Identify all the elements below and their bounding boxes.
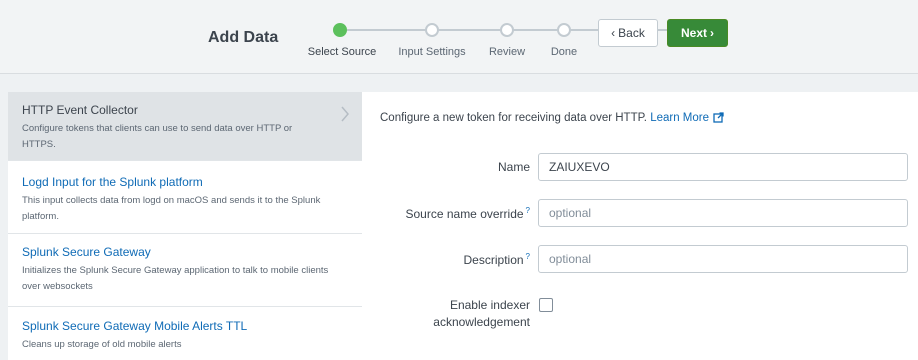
source-item-title: Splunk Secure Gateway Mobile Alerts TTL [22,319,248,333]
description-label: Description? [464,252,530,267]
indexer-ack-label-line1: Enable indexer [449,298,530,312]
name-label-text: Name [497,160,530,174]
form-intro: Configure a new token for receiving data… [380,112,724,124]
step-select-source-label: Select Source [307,46,377,58]
source-item-logd-input[interactable]: Logd Input for the Splunk platform This … [8,161,362,234]
source-item-desc: Cleans up storage of old mobile alerts [22,339,182,350]
learn-more-label: Learn More [650,112,709,124]
chevron-right-icon [341,106,349,122]
settings-pane: Configure a new token for receiving data… [362,92,918,360]
help-icon[interactable]: ? [526,206,530,215]
source-name-override-label: Source name override? [405,206,530,221]
wizard-header: Add Data Select Source Input Settings Re… [0,0,918,74]
description-input[interactable]: optional [538,245,908,273]
step-done-dot [557,23,571,37]
step-select-source-dot [333,23,347,37]
next-button[interactable]: Next › [667,19,728,47]
description-label-text: Description [463,253,524,267]
step-input-settings-dot [425,23,439,37]
source-item-title: Splunk Secure Gateway [22,245,151,259]
indexer-ack-label: Enable indexer acknowledgement [433,297,530,331]
indexer-ack-checkbox[interactable] [539,298,553,312]
learn-more-link[interactable]: Learn More [650,112,724,124]
source-item-secure-gateway[interactable]: Splunk Secure Gateway Initializes the Sp… [8,234,362,307]
source-item-title: HTTP Event Collector [22,103,138,117]
step-review-dot [500,23,514,37]
source-item-title: Logd Input for the Splunk platform [22,175,203,189]
source-item-desc: This input collects data from logd on ma… [22,195,321,222]
wizard-steps: Select Source Input Settings Review Done [0,0,918,74]
indexer-ack-label-line2: acknowledgement [433,315,530,329]
external-link-icon [713,112,724,123]
source-name-override-text: Source name override [405,207,524,221]
back-label: Back [618,26,645,40]
step-done-label: Done [550,46,578,58]
step-input-settings-label: Input Settings [398,46,466,58]
help-icon[interactable]: ? [526,252,530,261]
next-label: Next [680,26,707,40]
chevron-left-icon: ‹ [611,26,616,40]
source-item-desc: Initializes the Splunk Secure Gateway ap… [22,265,329,292]
source-list: HTTP Event Collector Configure tokens th… [8,92,362,360]
chevron-right-icon: › [710,26,714,40]
source-item-http-event-collector[interactable]: HTTP Event Collector Configure tokens th… [8,92,362,161]
step-review-label: Review [488,46,526,58]
form-intro-text: Configure a new token for receiving data… [380,112,647,124]
back-button[interactable]: ‹ Back [598,19,658,47]
name-label: Name [498,160,530,174]
source-name-override-input[interactable]: optional [538,199,908,227]
source-item-secure-gateway-alerts-ttl[interactable]: Splunk Secure Gateway Mobile Alerts TTL … [8,307,362,360]
name-input[interactable]: ZAIUXEVO [538,153,908,181]
source-item-desc: Configure tokens that clients can use to… [22,123,293,150]
